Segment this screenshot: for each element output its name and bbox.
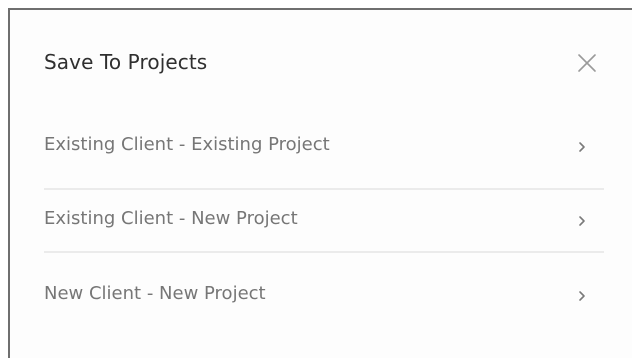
option-existing-client-existing-project[interactable]: Existing Client - Existing Project <box>44 116 604 178</box>
close-icon <box>578 54 596 72</box>
option-label: New Client - New Project <box>44 283 266 304</box>
option-label: Existing Client - New Project <box>44 208 298 229</box>
option-new-client-new-project[interactable]: New Client - New Project <box>44 265 604 327</box>
option-label: Existing Client - Existing Project <box>44 134 330 155</box>
chevron-right-icon <box>579 142 585 152</box>
chevron-right-icon <box>579 216 585 226</box>
dialog-title: Save To Projects <box>44 50 208 74</box>
option-existing-client-new-project[interactable]: Existing Client - New Project <box>44 190 604 252</box>
divider <box>44 251 604 253</box>
chevron-right-icon <box>579 291 585 301</box>
save-to-projects-dialog: Save To Projects Existing Client - Exist… <box>8 8 632 358</box>
dialog-header: Save To Projects <box>10 10 632 110</box>
close-button[interactable] <box>574 50 600 76</box>
